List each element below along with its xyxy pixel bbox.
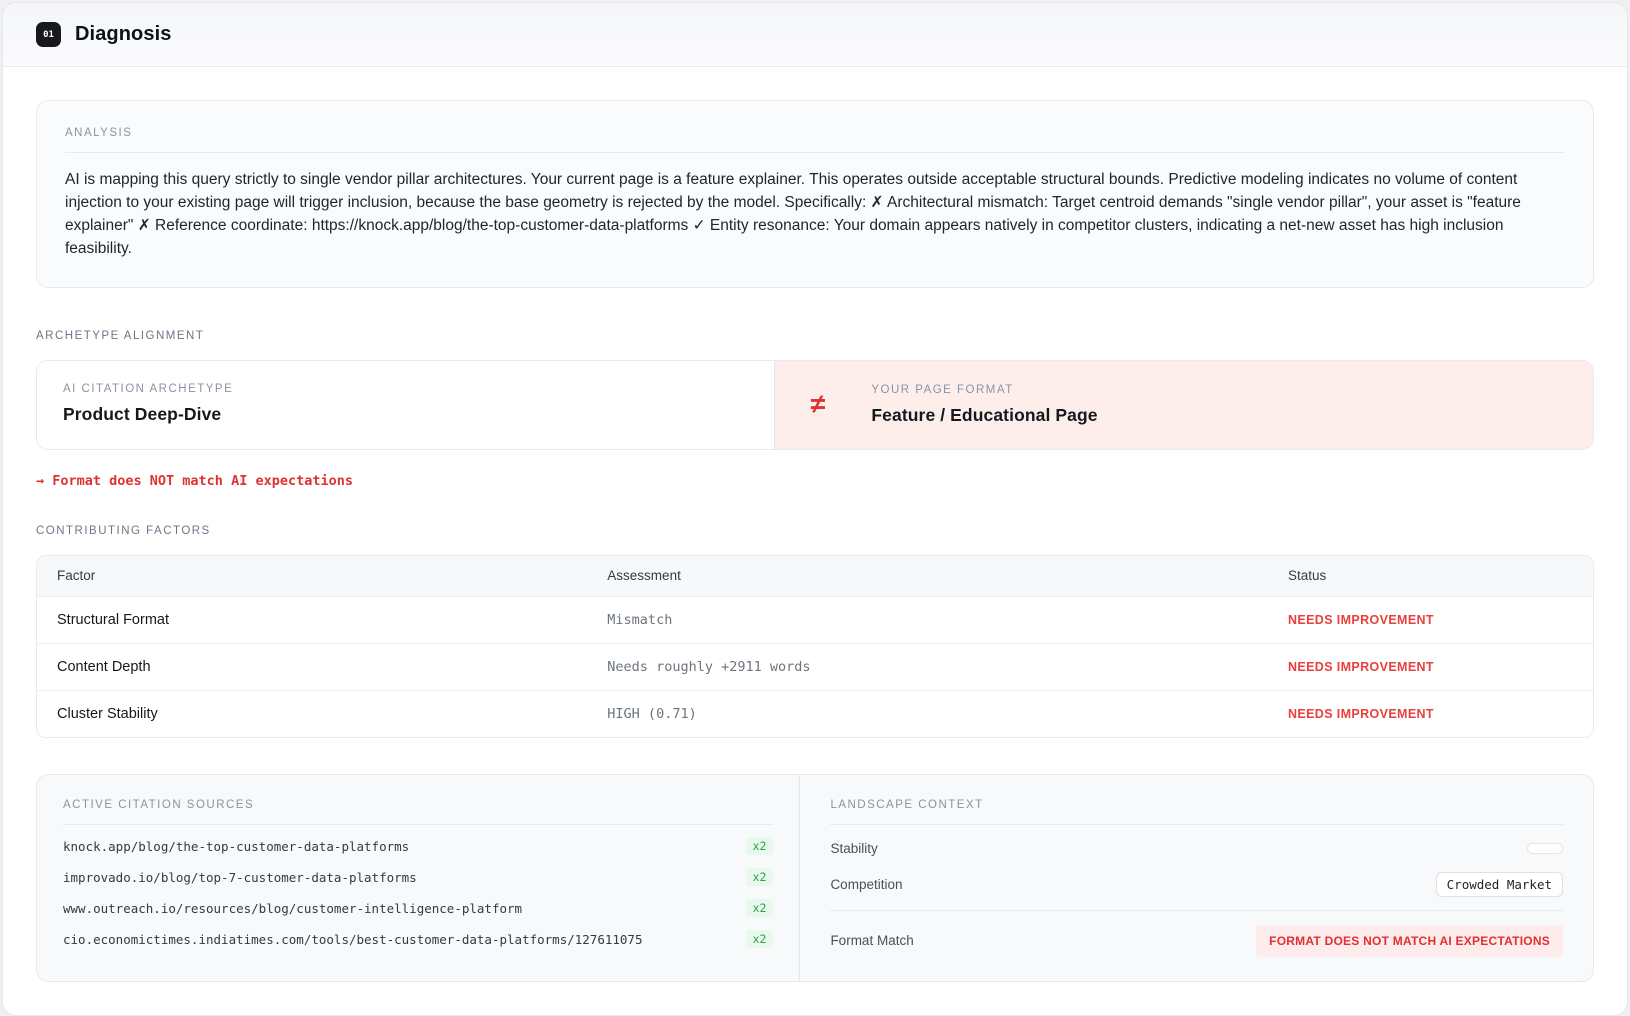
table-row: Structural Format Mismatch NEEDS IMPROVE… — [37, 596, 1593, 643]
citation-count-badge: x2 — [746, 899, 774, 917]
factor-name: Cluster Stability — [57, 706, 607, 722]
analysis-card: ANALYSIS AI is mapping this query strict… — [36, 100, 1594, 288]
landscape-context-divider — [830, 824, 1563, 825]
factor-status-badge: NEEDS IMPROVEMENT — [1288, 707, 1573, 721]
factors-section-label: CONTRIBUTING FACTORS — [36, 525, 1594, 537]
page-title: Diagnosis — [75, 23, 171, 46]
panel-body: ANALYSIS AI is mapping this query strict… — [3, 67, 1627, 1015]
column-header-factor: Factor — [57, 568, 607, 583]
citation-url[interactable]: www.outreach.io/resources/blog/customer-… — [63, 901, 522, 916]
landscape-context-label: LANDSCAPE CONTEXT — [830, 799, 1563, 811]
contributing-factors-table: Factor Assessment Status Structural Form… — [36, 555, 1594, 738]
citation-row[interactable]: knock.app/blog/the-top-customer-data-pla… — [63, 837, 773, 856]
format-match-row: Format Match FORMAT DOES NOT MATCH AI EX… — [830, 925, 1563, 957]
analysis-divider — [65, 152, 1565, 153]
context-card: ACTIVE CITATION SOURCES knock.app/blog/t… — [36, 774, 1594, 982]
stability-label: Stability — [830, 841, 877, 856]
analysis-text: AI is mapping this query strictly to sin… — [65, 169, 1565, 261]
citation-count-badge: x2 — [746, 868, 774, 886]
analysis-label: ANALYSIS — [65, 127, 1565, 139]
not-equal-icon: ≠ — [811, 391, 826, 418]
table-row: Cluster Stability HIGH (0.71) NEEDS IMPR… — [37, 690, 1593, 737]
factor-status-badge: NEEDS IMPROVEMENT — [1288, 660, 1573, 674]
citation-sources-label: ACTIVE CITATION SOURCES — [63, 799, 773, 811]
citation-sources-divider — [63, 824, 773, 825]
page-format-label: YOUR PAGE FORMAT — [871, 384, 1097, 396]
format-match-badge: FORMAT DOES NOT MATCH AI EXPECTATIONS — [1256, 925, 1563, 957]
table-row: Content Depth Needs roughly +2911 words … — [37, 643, 1593, 690]
page-format-value: Feature / Educational Page — [871, 405, 1097, 426]
archetype-section-label: ARCHETYPE ALIGNMENT — [36, 330, 1594, 342]
citation-url[interactable]: cio.economictimes.indiatimes.com/tools/b… — [63, 932, 642, 947]
competition-row: Competition Crowded Market — [830, 872, 1563, 897]
factor-assessment: Needs roughly +2911 words — [607, 659, 1288, 675]
factor-name: Structural Format — [57, 612, 607, 628]
section-number-badge: 01 — [36, 22, 61, 47]
citation-url[interactable]: improvado.io/blog/top-7-customer-data-pl… — [63, 870, 417, 885]
page-format-text: YOUR PAGE FORMAT Feature / Educational P… — [871, 384, 1097, 426]
ai-archetype-panel: AI CITATION ARCHETYPE Product Deep-Dive — [37, 361, 775, 449]
page-format-panel: ≠ YOUR PAGE FORMAT Feature / Educational… — [775, 361, 1593, 449]
archetype-card: AI CITATION ARCHETYPE Product Deep-Dive … — [36, 360, 1594, 450]
stability-value-pill — [1527, 843, 1563, 854]
citation-sources-section: ACTIVE CITATION SOURCES knock.app/blog/t… — [37, 775, 799, 981]
format-match-label: Format Match — [830, 933, 913, 948]
landscape-row-divider — [830, 910, 1563, 911]
citation-count-badge: x2 — [746, 930, 774, 948]
column-header-assessment: Assessment — [607, 568, 1288, 583]
competition-value-pill: Crowded Market — [1436, 872, 1563, 897]
factor-name: Content Depth — [57, 659, 607, 675]
stability-row: Stability — [830, 839, 1563, 858]
panel-header: 01 Diagnosis — [3, 3, 1627, 67]
citation-count-badge: x2 — [746, 837, 774, 855]
citation-row[interactable]: cio.economictimes.indiatimes.com/tools/b… — [63, 930, 773, 949]
format-mismatch-note: → Format does NOT match AI expectations — [36, 473, 1594, 489]
citation-row[interactable]: improvado.io/blog/top-7-customer-data-pl… — [63, 868, 773, 887]
competition-label: Competition — [830, 877, 902, 892]
citation-row[interactable]: www.outreach.io/resources/blog/customer-… — [63, 899, 773, 918]
diagnosis-panel: 01 Diagnosis ANALYSIS AI is mapping this… — [2, 2, 1628, 1016]
landscape-context-section: LANDSCAPE CONTEXT Stability Competition … — [799, 775, 1593, 981]
factor-status-badge: NEEDS IMPROVEMENT — [1288, 613, 1573, 627]
ai-archetype-label: AI CITATION ARCHETYPE — [63, 383, 748, 395]
ai-archetype-value: Product Deep-Dive — [63, 404, 748, 425]
column-header-status: Status — [1288, 568, 1573, 583]
table-header-row: Factor Assessment Status — [37, 556, 1593, 596]
citation-url[interactable]: knock.app/blog/the-top-customer-data-pla… — [63, 839, 409, 854]
factor-assessment: HIGH (0.71) — [607, 706, 1288, 722]
factor-assessment: Mismatch — [607, 612, 1288, 628]
